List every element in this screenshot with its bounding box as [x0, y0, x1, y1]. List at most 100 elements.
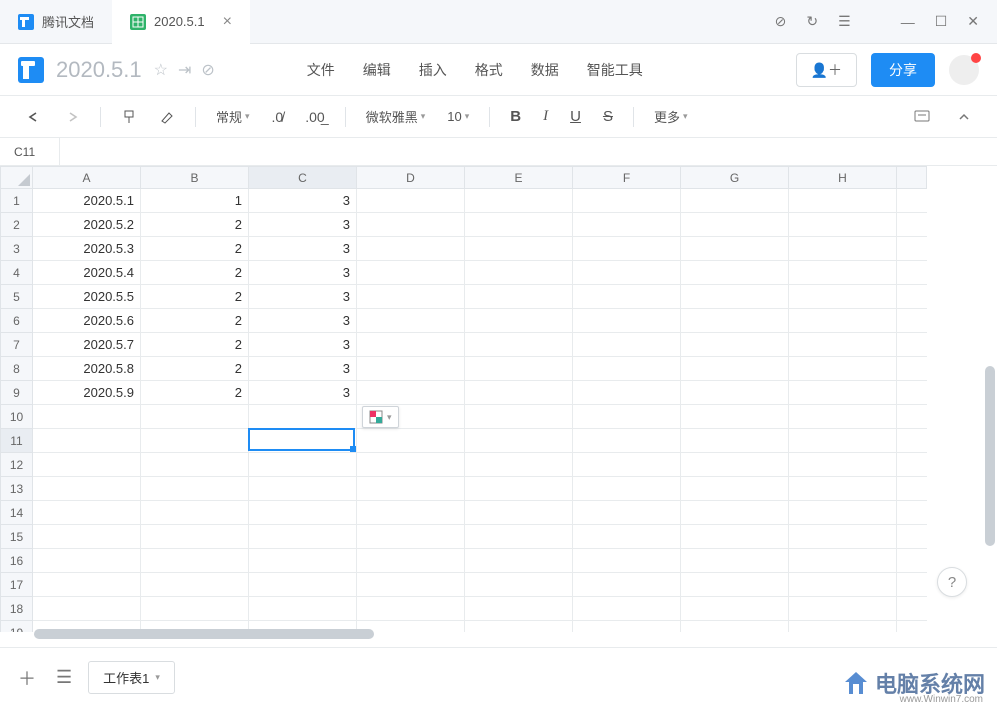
- cell[interactable]: 2020.5.5: [33, 285, 141, 309]
- cell[interactable]: [681, 597, 789, 621]
- cell[interactable]: [357, 429, 465, 453]
- cell[interactable]: [465, 333, 573, 357]
- maximize-icon[interactable]: ☐: [935, 13, 948, 30]
- cell[interactable]: [573, 597, 681, 621]
- cell[interactable]: [249, 501, 357, 525]
- cell[interactable]: [681, 261, 789, 285]
- cell[interactable]: [573, 525, 681, 549]
- cell[interactable]: 2020.5.9: [33, 381, 141, 405]
- row-header[interactable]: 10: [1, 405, 33, 429]
- cell[interactable]: [141, 549, 249, 573]
- number-format-dropdown[interactable]: 常规▾: [208, 103, 258, 130]
- cell[interactable]: [789, 237, 897, 261]
- row-header[interactable]: 9: [1, 381, 33, 405]
- column-header[interactable]: A: [33, 167, 141, 189]
- cell[interactable]: 2020.5.8: [33, 357, 141, 381]
- cell[interactable]: [681, 189, 789, 213]
- cell[interactable]: [789, 525, 897, 549]
- cell[interactable]: [249, 597, 357, 621]
- column-header[interactable]: F: [573, 167, 681, 189]
- cell[interactable]: [357, 381, 465, 405]
- cell[interactable]: 3: [249, 357, 357, 381]
- row-header[interactable]: 5: [1, 285, 33, 309]
- cell[interactable]: [681, 429, 789, 453]
- cell[interactable]: [465, 573, 573, 597]
- more-dropdown[interactable]: 更多▾: [646, 103, 696, 130]
- cell[interactable]: [141, 525, 249, 549]
- underline-button[interactable]: U: [562, 104, 589, 129]
- row-header[interactable]: 18: [1, 597, 33, 621]
- cell[interactable]: [249, 429, 357, 453]
- cell[interactable]: [681, 573, 789, 597]
- clear-format-button[interactable]: [151, 105, 183, 129]
- redo-button[interactable]: [56, 105, 88, 129]
- cell[interactable]: [789, 429, 897, 453]
- cell[interactable]: [573, 429, 681, 453]
- cell[interactable]: [789, 453, 897, 477]
- cell[interactable]: [789, 285, 897, 309]
- cell[interactable]: [465, 309, 573, 333]
- cell[interactable]: [141, 429, 249, 453]
- cell[interactable]: [33, 405, 141, 429]
- format-painter-button[interactable]: [113, 105, 145, 129]
- column-header[interactable]: E: [465, 167, 573, 189]
- cell[interactable]: [141, 477, 249, 501]
- cell[interactable]: [465, 405, 573, 429]
- cell[interactable]: 1: [141, 189, 249, 213]
- stop-icon[interactable]: ⊘: [775, 13, 787, 30]
- row-header[interactable]: 14: [1, 501, 33, 525]
- cell[interactable]: [681, 381, 789, 405]
- cell[interactable]: [357, 573, 465, 597]
- cell[interactable]: [789, 381, 897, 405]
- cell[interactable]: [465, 237, 573, 261]
- cell[interactable]: [789, 573, 897, 597]
- cell[interactable]: [465, 261, 573, 285]
- folder-icon[interactable]: ⇥: [178, 60, 191, 80]
- cell[interactable]: [789, 261, 897, 285]
- row-header[interactable]: 3: [1, 237, 33, 261]
- help-button[interactable]: ?: [937, 567, 967, 597]
- column-header[interactable]: C: [249, 167, 357, 189]
- minimize-icon[interactable]: —: [901, 14, 915, 30]
- cell[interactable]: [573, 453, 681, 477]
- cell[interactable]: [357, 261, 465, 285]
- cell[interactable]: 3: [249, 285, 357, 309]
- paste-options-button[interactable]: ▾: [362, 406, 399, 428]
- cell[interactable]: [681, 525, 789, 549]
- cell[interactable]: [357, 453, 465, 477]
- cell[interactable]: 2020.5.1: [33, 189, 141, 213]
- cell[interactable]: [573, 381, 681, 405]
- cell[interactable]: 2: [141, 237, 249, 261]
- cell[interactable]: 2: [141, 381, 249, 405]
- cell[interactable]: [465, 477, 573, 501]
- bold-button[interactable]: B: [502, 104, 529, 129]
- cell[interactable]: [141, 453, 249, 477]
- cell[interactable]: [681, 285, 789, 309]
- cell[interactable]: 3: [249, 309, 357, 333]
- cell[interactable]: 2: [141, 213, 249, 237]
- cell[interactable]: [465, 549, 573, 573]
- refresh-icon[interactable]: ↻: [806, 13, 818, 30]
- column-header[interactable]: H: [789, 167, 897, 189]
- undo-button[interactable]: [18, 105, 50, 129]
- sync-icon[interactable]: ⊘: [201, 60, 214, 80]
- row-header[interactable]: 11: [1, 429, 33, 453]
- cell[interactable]: [357, 477, 465, 501]
- cell[interactable]: [681, 501, 789, 525]
- cell[interactable]: [33, 501, 141, 525]
- cell[interactable]: [33, 549, 141, 573]
- cell[interactable]: [249, 453, 357, 477]
- document-title[interactable]: 2020.5.1: [56, 57, 142, 83]
- cell[interactable]: [465, 189, 573, 213]
- cell[interactable]: 3: [249, 333, 357, 357]
- row-header[interactable]: 17: [1, 573, 33, 597]
- cell[interactable]: [33, 453, 141, 477]
- cell[interactable]: [465, 429, 573, 453]
- cell[interactable]: [33, 573, 141, 597]
- menu-data[interactable]: 数据: [531, 60, 559, 80]
- cell[interactable]: 2: [141, 357, 249, 381]
- row-header[interactable]: 6: [1, 309, 33, 333]
- menu-format[interactable]: 格式: [475, 60, 503, 80]
- cell[interactable]: [357, 333, 465, 357]
- cell[interactable]: [789, 309, 897, 333]
